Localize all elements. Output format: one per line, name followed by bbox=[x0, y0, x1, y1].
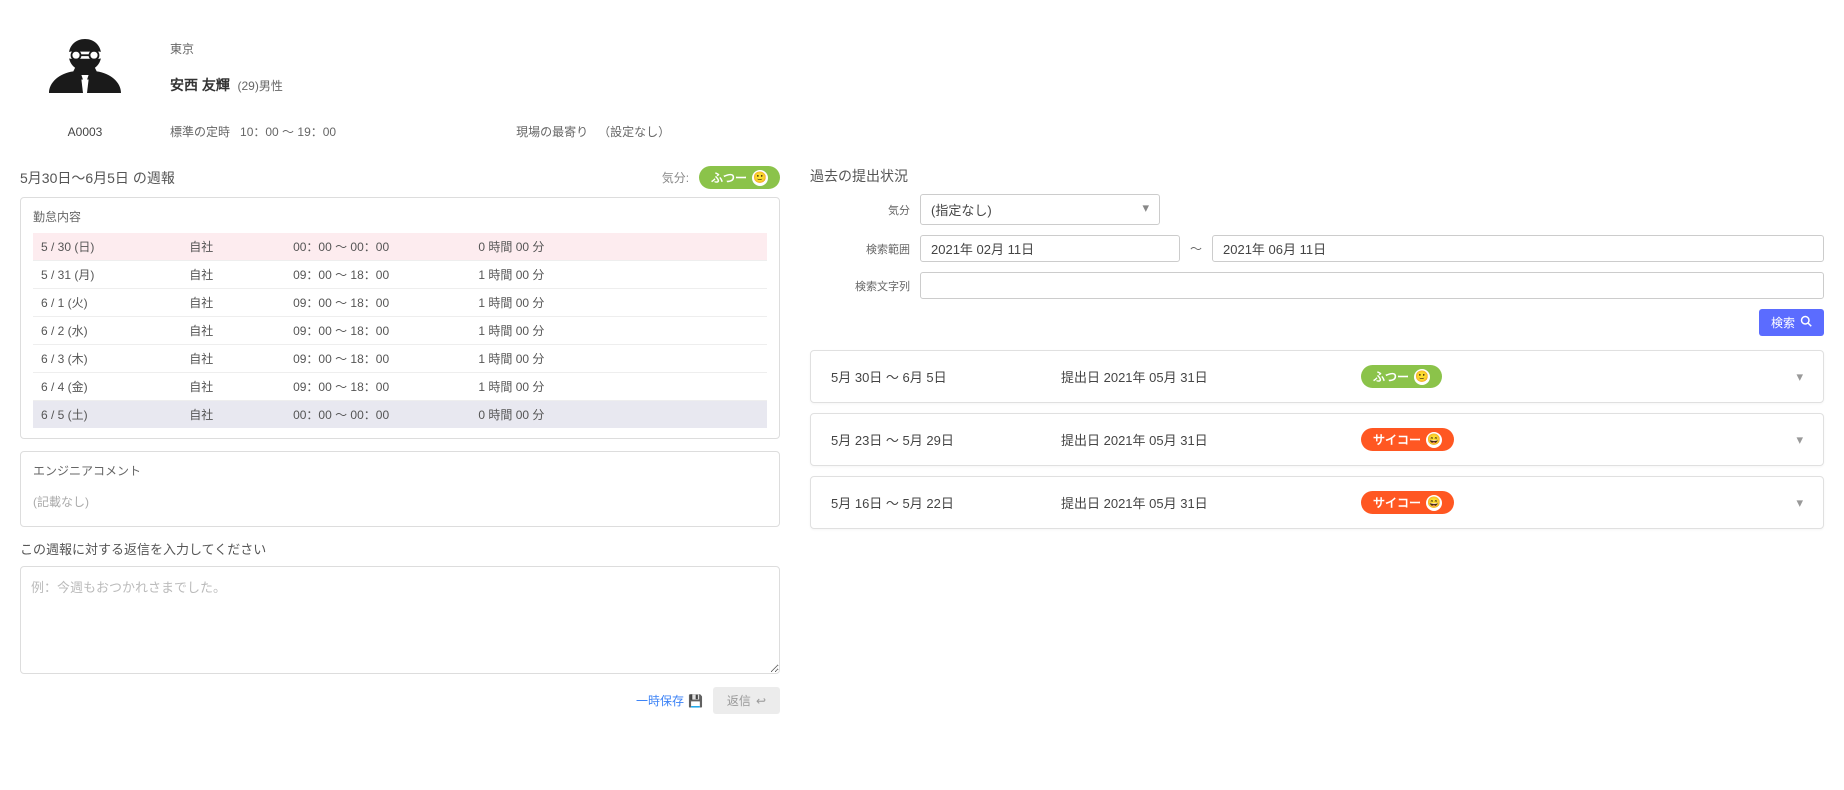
history-mood-badge: サイコー 😄 bbox=[1361, 491, 1454, 514]
mood-face-icon: 🙂 bbox=[752, 170, 768, 186]
report-title-row: 5月30日～6月5日 の週報 気分: ふつー 🙂 bbox=[20, 166, 780, 189]
cell-duration: 0 時間 00 分 bbox=[470, 233, 767, 261]
cell-time: 09：00 ～ 18：00 bbox=[285, 261, 470, 289]
cell-location: 自社 bbox=[181, 233, 285, 261]
cell-location: 自社 bbox=[181, 373, 285, 401]
filter-date-from[interactable] bbox=[920, 235, 1180, 262]
report-title: 5月30日～6月5日 の週報 bbox=[20, 168, 175, 188]
cell-time: 09：00 ～ 18：00 bbox=[285, 317, 470, 345]
mood-badge: ふつー 🙂 bbox=[699, 166, 780, 189]
profile-name: 安西 友輝 bbox=[170, 77, 230, 93]
chevron-down-icon[interactable]: ▾ bbox=[1796, 369, 1803, 385]
history-range: 5月 30日 ～ 6月 5日 bbox=[831, 367, 1061, 386]
filter-text-label: 検索文字列 bbox=[810, 278, 910, 294]
cell-date: 6 / 3 (木) bbox=[33, 345, 181, 373]
cell-time: 09：00 ～ 18：00 bbox=[285, 345, 470, 373]
table-row: 6 / 4 (金)自社09：00 ～ 18：001 時間 00 分 bbox=[33, 373, 767, 401]
cell-location: 自社 bbox=[181, 345, 285, 373]
table-row: 6 / 5 (土)自社00：00 ～ 00：000 時間 00 分 bbox=[33, 401, 767, 429]
cell-duration: 1 時間 00 分 bbox=[470, 289, 767, 317]
filter-range-label: 検索範囲 bbox=[810, 241, 910, 257]
history-item[interactable]: 5月 23日 ～ 5月 29日提出日 2021年 05月 31日サイコー 😄 ▾ bbox=[810, 413, 1824, 466]
reply-textarea[interactable] bbox=[20, 566, 780, 674]
save-icon: 💾 bbox=[688, 694, 703, 708]
cell-time: 09：00 ～ 18：00 bbox=[285, 373, 470, 401]
cell-time: 09：00 ～ 18：00 bbox=[285, 289, 470, 317]
attendance-table: 5 / 30 (日)自社00：00 ～ 00：000 時間 00 分5 / 31… bbox=[33, 233, 767, 428]
cell-time: 00：00 ～ 00：00 bbox=[285, 401, 470, 429]
engineer-comment-card: エンジニアコメント (記載なし) bbox=[20, 451, 780, 527]
cell-date: 6 / 2 (水) bbox=[33, 317, 181, 345]
history-submitted: 提出日 2021年 05月 31日 bbox=[1061, 367, 1361, 386]
history-submitted: 提出日 2021年 05月 31日 bbox=[1061, 430, 1361, 449]
cell-date: 5 / 31 (月) bbox=[33, 261, 181, 289]
cell-date: 5 / 30 (日) bbox=[33, 233, 181, 261]
profile-header: A0003 東京 安西 友輝 (29)男性 標準の定時 10：00 ～ 19：0… bbox=[20, 20, 1824, 160]
avatar-block: A0003 bbox=[30, 30, 140, 140]
history-range: 5月 16日 ～ 5月 22日 bbox=[831, 493, 1061, 512]
mood-face-icon: 🙂 bbox=[1414, 369, 1430, 385]
cell-location: 自社 bbox=[181, 401, 285, 429]
reply-arrow-icon: ↩ bbox=[756, 694, 766, 708]
mood-text: ふつー bbox=[711, 169, 747, 186]
search-button[interactable]: 検索 bbox=[1759, 309, 1824, 336]
engineer-comment-empty: (記載なし) bbox=[33, 487, 767, 516]
send-button[interactable]: 返信 ↩ bbox=[713, 687, 780, 714]
nearest-value: （設定なし） bbox=[598, 125, 670, 139]
mood-face-icon: 😄 bbox=[1426, 495, 1442, 511]
std-hours-value: 10：00 ～ 19：00 bbox=[240, 125, 336, 139]
search-icon bbox=[1800, 315, 1812, 330]
profile-info: 東京 安西 友輝 (29)男性 標準の定時 10：00 ～ 19：00 現場の最… bbox=[170, 30, 1824, 140]
history-range: 5月 23日 ～ 5月 29日 bbox=[831, 430, 1061, 449]
filter-mood-label: 気分 bbox=[810, 202, 910, 218]
table-row: 6 / 1 (火)自社09：00 ～ 18：001 時間 00 分 bbox=[33, 289, 767, 317]
filter-mood-select[interactable]: (指定なし) bbox=[920, 194, 1160, 225]
profile-age-gender: (29)男性 bbox=[238, 79, 283, 93]
table-row: 6 / 3 (木)自社09：00 ～ 18：001 時間 00 分 bbox=[33, 345, 767, 373]
history-mood-badge: ふつー 🙂 bbox=[1361, 365, 1442, 388]
range-tilde: ～ bbox=[1190, 240, 1202, 257]
history-title: 過去の提出状況 bbox=[810, 166, 1824, 186]
profile-location: 東京 bbox=[170, 40, 1824, 57]
history-mood-badge: サイコー 😄 bbox=[1361, 428, 1454, 451]
cell-date: 6 / 4 (金) bbox=[33, 373, 181, 401]
draft-save-label: 一時保存 bbox=[636, 692, 684, 709]
table-row: 6 / 2 (水)自社09：00 ～ 18：001 時間 00 分 bbox=[33, 317, 767, 345]
cell-date: 6 / 1 (火) bbox=[33, 289, 181, 317]
cell-location: 自社 bbox=[181, 261, 285, 289]
cell-duration: 1 時間 00 分 bbox=[470, 345, 767, 373]
send-label: 返信 bbox=[727, 692, 751, 709]
mood-label: 気分: bbox=[662, 171, 689, 185]
history-item[interactable]: 5月 16日 ～ 5月 22日提出日 2021年 05月 31日サイコー 😄 ▾ bbox=[810, 476, 1824, 529]
cell-duration: 0 時間 00 分 bbox=[470, 401, 767, 429]
draft-save-button[interactable]: 一時保存 💾 bbox=[636, 692, 703, 709]
table-row: 5 / 31 (月)自社09：00 ～ 18：001 時間 00 分 bbox=[33, 261, 767, 289]
filter-text-input[interactable] bbox=[920, 272, 1824, 299]
profile-id: A0003 bbox=[30, 125, 140, 139]
table-row: 5 / 30 (日)自社00：00 ～ 00：000 時間 00 分 bbox=[33, 233, 767, 261]
attendance-title: 勤怠内容 bbox=[33, 208, 767, 225]
cell-duration: 1 時間 00 分 bbox=[470, 317, 767, 345]
reply-label: この週報に対する返信を入力してください bbox=[20, 539, 780, 558]
nearest-label: 現場の最寄り bbox=[516, 125, 588, 139]
cell-date: 6 / 5 (土) bbox=[33, 401, 181, 429]
std-hours-label: 標準の定時 bbox=[170, 125, 230, 139]
history-submitted: 提出日 2021年 05月 31日 bbox=[1061, 493, 1361, 512]
cell-duration: 1 時間 00 分 bbox=[470, 373, 767, 401]
avatar-icon bbox=[40, 30, 130, 120]
mood-face-icon: 😄 bbox=[1426, 432, 1442, 448]
cell-location: 自社 bbox=[181, 317, 285, 345]
attendance-card: 勤怠内容 5 / 30 (日)自社00：00 ～ 00：000 時間 00 分5… bbox=[20, 197, 780, 439]
search-label: 検索 bbox=[1771, 314, 1795, 331]
cell-duration: 1 時間 00 分 bbox=[470, 261, 767, 289]
filter-date-to[interactable] bbox=[1212, 235, 1824, 262]
engineer-comment-title: エンジニアコメント bbox=[33, 462, 767, 479]
cell-location: 自社 bbox=[181, 289, 285, 317]
chevron-down-icon[interactable]: ▾ bbox=[1796, 495, 1803, 511]
history-item[interactable]: 5月 30日 ～ 6月 5日提出日 2021年 05月 31日ふつー 🙂 ▾ bbox=[810, 350, 1824, 403]
chevron-down-icon[interactable]: ▾ bbox=[1796, 432, 1803, 448]
cell-time: 00：00 ～ 00：00 bbox=[285, 233, 470, 261]
